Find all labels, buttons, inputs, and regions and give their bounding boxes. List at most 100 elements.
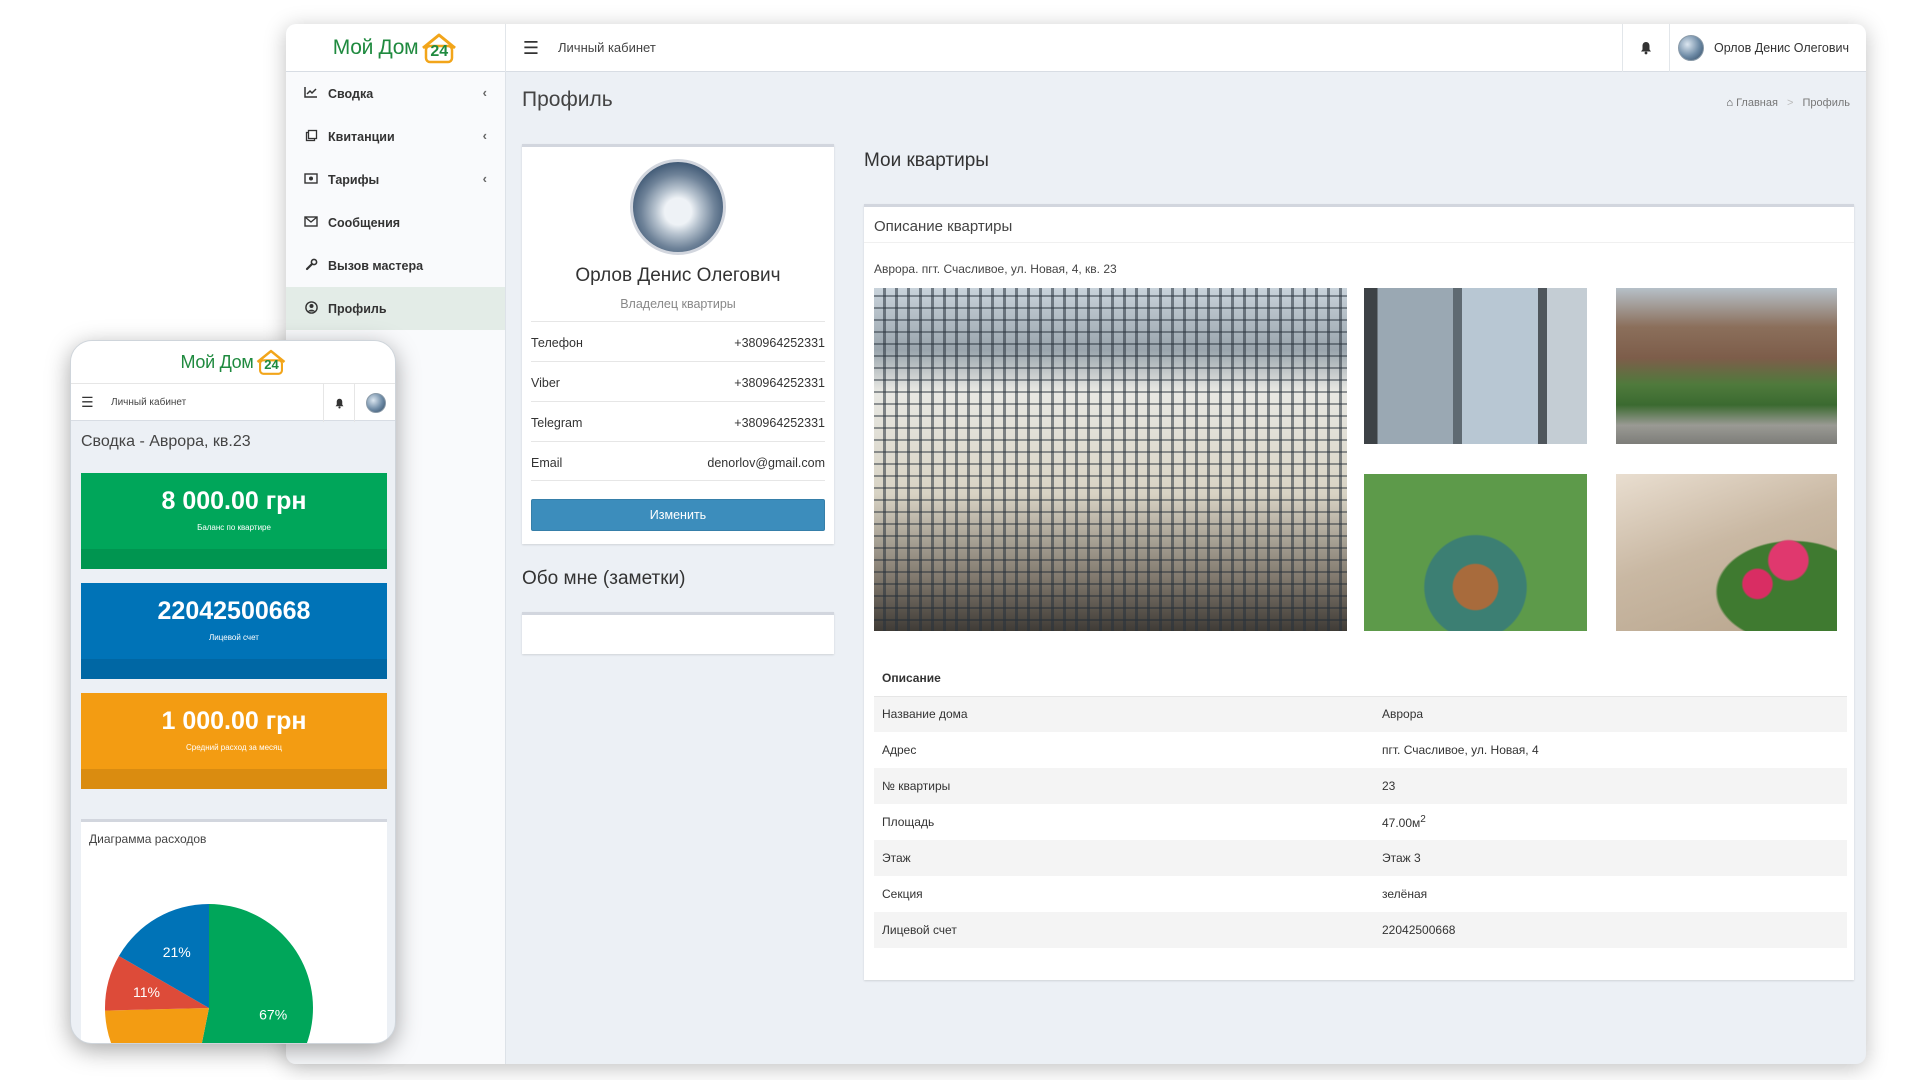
profile-name: Орлов Денис Олегович (575, 265, 781, 286)
user-menu[interactable]: Орлов Денис Олегович (1678, 24, 1866, 72)
apartment-box-header: Описание квартиры (864, 207, 1854, 243)
apartment-photo-thumb[interactable] (1616, 474, 1837, 631)
table-header: Описание (874, 660, 1847, 697)
table-row: Лицевой счет 22042500668 (874, 912, 1847, 948)
profile-avatar (630, 159, 726, 255)
topbar-title: Личный кабинет (558, 40, 656, 55)
breadcrumb-home[interactable]: Главная (1736, 97, 1778, 109)
apartment-photo-thumb[interactable] (1364, 288, 1587, 444)
stat-value: 1 000.00 грн (161, 707, 307, 735)
profile-card: Орлов Денис Олегович Владелец квартиры Т… (522, 144, 834, 544)
bell-icon[interactable] (323, 384, 355, 422)
pie-slice[interactable] (105, 1008, 209, 1044)
menu-toggle-icon[interactable]: ☰ (81, 394, 94, 411)
table-row: № квартиры 23 (874, 768, 1847, 804)
sidebar-item-receipts[interactable]: Квитанции ‹ (286, 115, 505, 158)
row-value: Аврора (1374, 696, 1847, 732)
sidebar-item-label: Профиль (328, 301, 387, 316)
row-value: 22042500668 (1374, 912, 1847, 948)
menu-toggle-icon[interactable]: ☰ (508, 24, 554, 72)
sidebar-item-call-master[interactable]: Вызов мастера (286, 244, 505, 287)
sidebar-item-summary[interactable]: Сводка ‹ (286, 72, 505, 115)
info-value: denorlov@gmail.com (707, 456, 825, 470)
mobile-preview: Мой Дом 24 ☰ Личный кабинет Сводка - Авр… (70, 340, 396, 1044)
row-value-area: 47.00м2 (1374, 804, 1847, 840)
about-notes-box (522, 612, 834, 654)
table-row: Название дома Аврора (874, 696, 1847, 732)
chevron-left-icon: ‹ (482, 85, 487, 100)
stat-label: Баланс по квартире (197, 523, 271, 532)
desktop-window: Мой Дом 24 ☰ Личный кабинет Орлов Денис … (286, 24, 1866, 1064)
envelope-icon (302, 215, 320, 230)
sidebar-item-profile[interactable]: Профиль (286, 287, 505, 330)
about-title: Обо мне (заметки) (522, 568, 686, 589)
sidebar-item-tariffs[interactable]: Тарифы ‹ (286, 158, 505, 201)
pie-slice-label: 67% (259, 1006, 287, 1022)
info-label: Viber (531, 376, 560, 390)
row-label: Секция (882, 887, 923, 901)
chart-title: Диаграмма расходов (89, 832, 207, 846)
user-avatar[interactable] (366, 393, 386, 413)
chevron-left-icon: ‹ (482, 171, 487, 186)
row-label: Лицевой счет (874, 912, 1374, 948)
row-label: Название дома (874, 696, 1374, 732)
stat-label: Лицевой счет (209, 633, 259, 642)
house-logo-icon: 24 (255, 348, 287, 376)
info-value: +380964252331 (734, 416, 825, 430)
user-circle-icon (302, 300, 320, 317)
stat-value: 22042500668 (157, 597, 311, 625)
table-row: Этаж Этаж 3 (874, 840, 1847, 876)
money-icon (302, 172, 320, 187)
home-icon: ⌂ (1726, 97, 1733, 109)
expense-pie-chart: 67% 27% 11% 21% (105, 904, 313, 1044)
info-row-telegram: Telegram +380964252331 (531, 401, 825, 441)
sidebar-item-label: Тарифы (328, 172, 380, 187)
apartment-description-table: Описание Название дома Аврора Адрес пгт. С… (874, 660, 1847, 948)
stat-footer[interactable] (81, 659, 387, 679)
content-header: Профиль ⌂ Главная > Профиль (506, 72, 1866, 126)
edit-profile-button[interactable]: Изменить (531, 499, 825, 531)
chevron-left-icon: ‹ (482, 128, 487, 143)
mobile-page-title: Сводка - Аврора, кв.23 (81, 433, 251, 450)
info-value: +380964252331 (734, 336, 825, 350)
apartment-address: Аврора. пгт. Счасливое, ул. Новая, 4, кв… (874, 262, 1117, 276)
logo-text: Мой Дом (332, 36, 419, 59)
apartment-photo-main[interactable] (874, 288, 1347, 631)
logo-badge: 24 (430, 43, 449, 60)
logo[interactable]: Мой Дом 24 (286, 24, 506, 72)
logo-text: Мой Дом (180, 351, 254, 372)
mobile-logo[interactable]: Мой Дом 24 (71, 341, 395, 383)
table-row: Площадь 47.00м2 (874, 804, 1847, 840)
apartment-photo-thumb[interactable] (1616, 288, 1837, 444)
apartments-title: Мои квартиры (864, 150, 989, 171)
expense-chart-box: Диаграмма расходов 67% 27% 11% 21% (81, 819, 387, 1044)
chart-line-icon (302, 86, 320, 101)
apartment-photo-thumb[interactable] (1364, 474, 1587, 631)
user-avatar (1678, 35, 1704, 61)
row-label: № квартиры (874, 768, 1374, 804)
row-value: 23 (1374, 768, 1847, 804)
stat-label: Средний расход за месяц (186, 743, 282, 752)
profile-role: Владелец квартиры (620, 297, 736, 311)
stat-footer[interactable] (81, 769, 387, 789)
sidebar-item-messages[interactable]: Сообщения (286, 201, 505, 244)
sidebar-item-label: Вызов мастера (328, 258, 424, 273)
stat-average-card: 1 000.00 грн Средний расход за месяц (81, 693, 387, 789)
receipt-icon (302, 129, 320, 145)
wrench-icon (302, 258, 320, 274)
pie-slice-label: 27% (146, 1041, 174, 1044)
pie-slice-label: 11% (133, 984, 160, 1000)
pie-slice-label: 21% (163, 944, 191, 960)
breadcrumb-current: Профиль (1802, 97, 1851, 109)
logo-badge: 24 (264, 357, 279, 372)
row-value: зелёная (1382, 887, 1428, 901)
bell-icon[interactable] (1622, 24, 1670, 72)
breadcrumb: ⌂ Главная > Профиль (1726, 97, 1850, 109)
row-value: пгт. Счасливое, ул. Новая, 4 (1382, 743, 1539, 757)
page-title: Профиль (522, 88, 613, 111)
mobile-topbar: ☰ Личный кабинет (71, 383, 395, 422)
sidebar-item-label: Сообщения (328, 215, 401, 230)
stat-footer[interactable] (81, 549, 387, 569)
info-label: Email (531, 456, 563, 470)
stat-account-card: 22042500668 Лицевой счет (81, 583, 387, 679)
